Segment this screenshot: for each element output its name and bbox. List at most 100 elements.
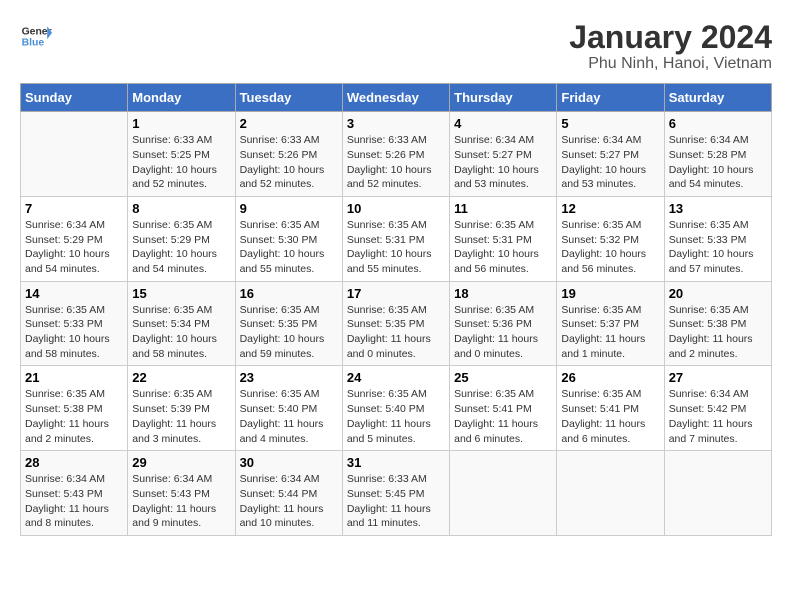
calendar-cell: 25 Sunrise: 6:35 AM Sunset: 5:41 PM Dayli… — [450, 366, 557, 451]
week-row-5: 28 Sunrise: 6:34 AM Sunset: 5:43 PM Dayli… — [21, 451, 772, 536]
calendar-cell: 8 Sunrise: 6:35 AM Sunset: 5:29 PM Daylig… — [128, 196, 235, 281]
day-number: 14 — [25, 286, 123, 301]
day-number: 11 — [454, 201, 552, 216]
day-info: Sunrise: 6:34 AM Sunset: 5:44 PM Dayligh… — [240, 472, 338, 531]
day-number: 2 — [240, 116, 338, 131]
day-info: Sunrise: 6:33 AM Sunset: 5:25 PM Dayligh… — [132, 133, 230, 192]
day-number: 18 — [454, 286, 552, 301]
week-row-1: 1 Sunrise: 6:33 AM Sunset: 5:25 PM Daylig… — [21, 112, 772, 197]
calendar-cell: 9Sunrise: 6:35 AM Sunset: 5:30 PM Daylig… — [235, 196, 342, 281]
calendar-title: January 2024 — [569, 20, 772, 55]
calendar-cell: 27Sunrise: 6:34 AM Sunset: 5:42 PM Dayli… — [664, 366, 771, 451]
day-number: 6 — [669, 116, 767, 131]
day-number: 16 — [240, 286, 338, 301]
calendar-cell: 10Sunrise: 6:35 AM Sunset: 5:31 PM Dayli… — [342, 196, 449, 281]
calendar-cell: 30 Sunrise: 6:34 AM Sunset: 5:44 PM Dayli… — [235, 451, 342, 536]
column-header-thursday: Thursday — [450, 84, 557, 112]
calendar-cell: 16 Sunrise: 6:35 AM Sunset: 5:35 PM Dayli… — [235, 281, 342, 366]
calendar-cell: 3 Sunrise: 6:33 AM Sunset: 5:26 PM Daylig… — [342, 112, 449, 197]
day-info: Sunrise: 6:34 AM Sunset: 5:27 PM Dayligh… — [561, 133, 659, 192]
week-row-2: 7 Sunrise: 6:34 AM Sunset: 5:29 PM Daylig… — [21, 196, 772, 281]
day-number: 22 — [132, 370, 230, 385]
day-number: 28 — [25, 455, 123, 470]
day-info: Sunrise: 6:34 AM Sunset: 5:42 PM Dayligh… — [669, 387, 767, 446]
day-number: 31 — [347, 455, 445, 470]
day-info: Sunrise: 6:35 AM Sunset: 5:35 PM Dayligh… — [240, 303, 338, 362]
day-info: Sunrise: 6:34 AM Sunset: 5:28 PM Dayligh… — [669, 133, 767, 192]
calendar-subtitle: Phu Ninh, Hanoi, Vietnam — [569, 55, 772, 73]
week-row-3: 14Sunrise: 6:35 AM Sunset: 5:33 PM Dayli… — [21, 281, 772, 366]
calendar-cell: 1 Sunrise: 6:33 AM Sunset: 5:25 PM Daylig… — [128, 112, 235, 197]
calendar-cell: 6 Sunrise: 6:34 AM Sunset: 5:28 PM Daylig… — [664, 112, 771, 197]
day-number: 15 — [132, 286, 230, 301]
day-number: 3 — [347, 116, 445, 131]
day-info: Sunrise: 6:35 AM Sunset: 5:32 PM Dayligh… — [561, 218, 659, 277]
day-info: Sunrise: 6:35 AM Sunset: 5:38 PM Dayligh… — [25, 387, 123, 446]
day-number: 7 — [25, 201, 123, 216]
day-info: Sunrise: 6:33 AM Sunset: 5:45 PM Dayligh… — [347, 472, 445, 531]
day-info: Sunrise: 6:35 AM Sunset: 5:40 PM Dayligh… — [347, 387, 445, 446]
calendar-cell — [664, 451, 771, 536]
day-info: Sunrise: 6:34 AM Sunset: 5:29 PM Dayligh… — [25, 218, 123, 277]
day-number: 25 — [454, 370, 552, 385]
calendar-cell: 2 Sunrise: 6:33 AM Sunset: 5:26 PM Daylig… — [235, 112, 342, 197]
calendar-cell: 14Sunrise: 6:35 AM Sunset: 5:33 PM Dayli… — [21, 281, 128, 366]
calendar-cell — [557, 451, 664, 536]
day-number: 1 — [132, 116, 230, 131]
logo-icon: General Blue — [20, 20, 52, 52]
calendar-cell: 31 Sunrise: 6:33 AM Sunset: 5:45 PM Dayli… — [342, 451, 449, 536]
calendar-cell: 13Sunrise: 6:35 AM Sunset: 5:33 PM Dayli… — [664, 196, 771, 281]
day-info: Sunrise: 6:35 AM Sunset: 5:31 PM Dayligh… — [347, 218, 445, 277]
calendar-cell: 19Sunrise: 6:35 AM Sunset: 5:37 PM Dayli… — [557, 281, 664, 366]
day-info: Sunrise: 6:33 AM Sunset: 5:26 PM Dayligh… — [347, 133, 445, 192]
calendar-cell: 29 Sunrise: 6:34 AM Sunset: 5:43 PM Dayli… — [128, 451, 235, 536]
day-number: 20 — [669, 286, 767, 301]
calendar-cell: 20 Sunrise: 6:35 AM Sunset: 5:38 PM Dayli… — [664, 281, 771, 366]
day-info: Sunrise: 6:34 AM Sunset: 5:27 PM Dayligh… — [454, 133, 552, 192]
day-info: Sunrise: 6:33 AM Sunset: 5:26 PM Dayligh… — [240, 133, 338, 192]
calendar-cell — [450, 451, 557, 536]
calendar-cell: 26Sunrise: 6:35 AM Sunset: 5:41 PM Dayli… — [557, 366, 664, 451]
calendar-cell: 17 Sunrise: 6:35 AM Sunset: 5:35 PM Dayli… — [342, 281, 449, 366]
day-number: 26 — [561, 370, 659, 385]
page-header: General Blue January 2024 Phu Ninh, Hano… — [20, 20, 772, 73]
day-info: Sunrise: 6:35 AM Sunset: 5:29 PM Dayligh… — [132, 218, 230, 277]
day-info: Sunrise: 6:35 AM Sunset: 5:30 PM Dayligh… — [240, 218, 338, 277]
day-number: 12 — [561, 201, 659, 216]
day-number: 19 — [561, 286, 659, 301]
day-info: Sunrise: 6:34 AM Sunset: 5:43 PM Dayligh… — [132, 472, 230, 531]
day-number: 5 — [561, 116, 659, 131]
calendar-cell: 23 Sunrise: 6:35 AM Sunset: 5:40 PM Dayli… — [235, 366, 342, 451]
calendar-cell: 5 Sunrise: 6:34 AM Sunset: 5:27 PM Daylig… — [557, 112, 664, 197]
day-number: 17 — [347, 286, 445, 301]
calendar-cell: 4 Sunrise: 6:34 AM Sunset: 5:27 PM Daylig… — [450, 112, 557, 197]
column-header-wednesday: Wednesday — [342, 84, 449, 112]
svg-text:Blue: Blue — [22, 38, 45, 49]
day-number: 24 — [347, 370, 445, 385]
calendar-cell: 24 Sunrise: 6:35 AM Sunset: 5:40 PM Dayli… — [342, 366, 449, 451]
day-info: Sunrise: 6:34 AM Sunset: 5:43 PM Dayligh… — [25, 472, 123, 531]
day-number: 4 — [454, 116, 552, 131]
day-info: Sunrise: 6:35 AM Sunset: 5:39 PM Dayligh… — [132, 387, 230, 446]
day-number: 29 — [132, 455, 230, 470]
day-info: Sunrise: 6:35 AM Sunset: 5:35 PM Dayligh… — [347, 303, 445, 362]
day-info: Sunrise: 6:35 AM Sunset: 5:41 PM Dayligh… — [454, 387, 552, 446]
day-info: Sunrise: 6:35 AM Sunset: 5:36 PM Dayligh… — [454, 303, 552, 362]
day-number: 8 — [132, 201, 230, 216]
calendar-cell: 22 Sunrise: 6:35 AM Sunset: 5:39 PM Dayli… — [128, 366, 235, 451]
calendar-cell: 11 Sunrise: 6:35 AM Sunset: 5:31 PM Dayli… — [450, 196, 557, 281]
day-info: Sunrise: 6:35 AM Sunset: 5:34 PM Dayligh… — [132, 303, 230, 362]
title-block: January 2024 Phu Ninh, Hanoi, Vietnam — [569, 20, 772, 73]
calendar-cell: 28 Sunrise: 6:34 AM Sunset: 5:43 PM Dayli… — [21, 451, 128, 536]
day-number: 23 — [240, 370, 338, 385]
column-header-sunday: Sunday — [21, 84, 128, 112]
day-info: Sunrise: 6:35 AM Sunset: 5:31 PM Dayligh… — [454, 218, 552, 277]
calendar-cell: 15 Sunrise: 6:35 AM Sunset: 5:34 PM Dayli… — [128, 281, 235, 366]
column-header-saturday: Saturday — [664, 84, 771, 112]
day-info: Sunrise: 6:35 AM Sunset: 5:40 PM Dayligh… — [240, 387, 338, 446]
day-info: Sunrise: 6:35 AM Sunset: 5:38 PM Dayligh… — [669, 303, 767, 362]
calendar-cell: 21Sunrise: 6:35 AM Sunset: 5:38 PM Dayli… — [21, 366, 128, 451]
calendar-cell: 18 Sunrise: 6:35 AM Sunset: 5:36 PM Dayli… — [450, 281, 557, 366]
day-number: 30 — [240, 455, 338, 470]
calendar-cell: 12 Sunrise: 6:35 AM Sunset: 5:32 PM Dayli… — [557, 196, 664, 281]
